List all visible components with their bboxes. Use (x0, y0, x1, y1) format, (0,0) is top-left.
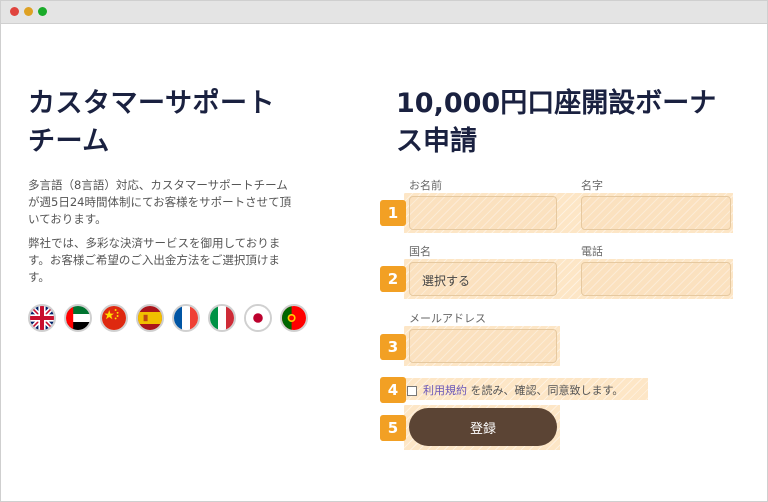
description-line: いております。 (28, 212, 107, 226)
phone-label: 電話 (581, 245, 603, 258)
description-line: が週5日24時間体制にてお客様をサポートさせて頂 (28, 195, 292, 209)
step-badge-2: 2 (380, 266, 406, 292)
terms-checkbox[interactable] (407, 386, 417, 396)
terms-link[interactable]: 利用規約 (423, 384, 467, 397)
payment-description: 弊社では、多彩な決済サービスを御用しておりま す。お客様ご希望のご入出金方法をご… (28, 235, 313, 286)
description-line: 多言語（8言語）対応、カスタマーサポートチーム (28, 178, 288, 192)
first-name-label: お名前 (409, 179, 442, 192)
japan-flag-icon[interactable] (244, 304, 272, 332)
italy-flag-icon[interactable] (208, 304, 236, 332)
email-input[interactable] (409, 329, 557, 363)
support-title-line: チーム (28, 126, 110, 157)
portugal-flag-icon[interactable] (280, 304, 308, 332)
form-title-line: 10,000円口座開設ボーナ (396, 88, 717, 119)
uae-flag-icon[interactable] (64, 304, 92, 332)
terms-agreement: 利用規約 を読み、確認、同意致します。 (407, 382, 623, 398)
step-badge-1: 1 (380, 200, 406, 226)
support-title: カスタマーサポート チーム (28, 85, 328, 161)
description-line: す。 (28, 270, 50, 284)
france-flag-icon[interactable] (172, 304, 200, 332)
country-select[interactable]: 選択する (409, 262, 557, 296)
terms-text: を読み、確認、同意致します。 (470, 384, 624, 397)
phone-input[interactable] (581, 262, 731, 296)
language-flags (28, 304, 316, 332)
bonus-form-title: 10,000円口座開設ボーナ ス申請 (396, 85, 736, 161)
china-flag-icon[interactable] (100, 304, 128, 332)
step-badge-3: 3 (380, 334, 406, 360)
browser-window: カスタマーサポート チーム 多言語（8言語）対応、カスタマーサポートチーム が週… (0, 0, 768, 502)
uk-flag-icon[interactable] (28, 304, 56, 332)
support-title-line: カスタマーサポート (28, 88, 275, 119)
country-select-value: 選択する (422, 274, 471, 288)
register-button[interactable]: 登録 (409, 408, 557, 446)
last-name-label: 名字 (581, 179, 603, 192)
maximize-window-button[interactable] (38, 7, 47, 16)
first-name-input[interactable] (409, 196, 557, 230)
minimize-window-button[interactable] (24, 7, 33, 16)
description-line: す。お客様ご希望のご入出金方法をご選択頂けま (28, 253, 280, 267)
description-line: 弊社では、多彩な決済サービスを御用しておりま (28, 236, 281, 250)
support-description: 多言語（8言語）対応、カスタマーサポートチーム が週5日24時間体制にてお客様を… (28, 177, 313, 228)
spain-flag-icon[interactable] (136, 304, 164, 332)
last-name-input[interactable] (581, 196, 731, 230)
email-label: メールアドレス (409, 312, 486, 325)
form-title-line: ス申請 (396, 126, 477, 157)
window-titlebar (1, 1, 767, 24)
step-badge-4: 4 (380, 377, 406, 403)
close-window-button[interactable] (10, 7, 19, 16)
country-label: 国名 (409, 245, 431, 258)
step-badge-5: 5 (380, 415, 406, 441)
